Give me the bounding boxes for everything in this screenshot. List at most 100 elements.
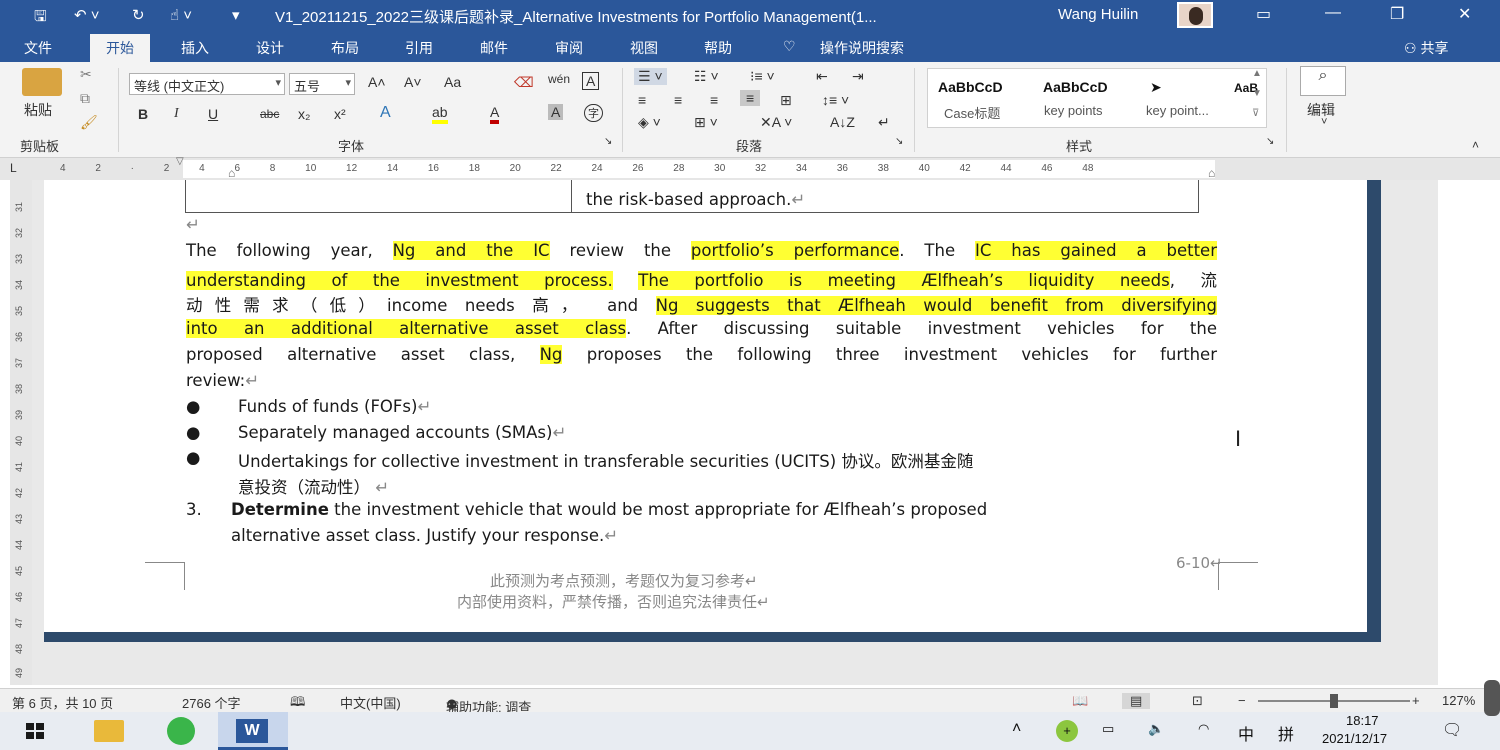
change-case-icon[interactable]: Aa <box>444 74 461 90</box>
list-item[interactable]: ● Separately managed accounts (SMAs)↵ <box>186 423 566 442</box>
multilevel-list-icon[interactable]: ⁝≡ ˅ <box>750 68 775 85</box>
horizontal-ruler[interactable]: L 4 2 · 2 4 6 8 10 12 14 16 18 20 22 24 … <box>0 156 1500 180</box>
style-preview[interactable]: ➤ <box>1150 79 1162 96</box>
gallery-down-icon[interactable]: ▼ <box>1252 88 1262 99</box>
scrollbar-thumb[interactable] <box>1484 680 1500 716</box>
copy-icon[interactable]: ⧉ <box>80 90 90 107</box>
print-layout-icon[interactable]: ▤ <box>1122 693 1151 709</box>
decrease-indent-icon[interactable]: ⇤ <box>816 68 828 85</box>
windows-start-icon[interactable] <box>26 723 46 741</box>
ime-mode[interactable]: 中 <box>1238 721 1254 745</box>
file-explorer-icon[interactable] <box>94 720 124 742</box>
borders-icon[interactable]: ⊞ ˅ <box>694 114 718 131</box>
paste-button[interactable]: 粘贴 <box>24 100 52 120</box>
align-left-icon[interactable]: ≡ <box>638 92 646 108</box>
word-taskbar-button[interactable]: W <box>218 712 288 750</box>
avatar[interactable] <box>1177 2 1213 28</box>
wifi-icon[interactable]: ◠ <box>1198 721 1209 737</box>
restore-icon[interactable]: ❐ <box>1390 4 1404 24</box>
language[interactable]: 中文(中国) <box>340 693 401 712</box>
ime-pinyin[interactable]: 拼 <box>1278 721 1294 745</box>
question-text[interactable]: alternative asset class. Justify your re… <box>231 526 618 545</box>
tab-insert[interactable]: 插入 <box>181 38 209 58</box>
zoom-in-icon[interactable]: + <box>1412 693 1420 708</box>
show-hidden-icons-icon[interactable]: ˄ <box>1012 720 1021 738</box>
minimize-icon[interactable]: — <box>1325 4 1341 22</box>
browser-icon[interactable] <box>167 717 195 745</box>
list-item[interactable]: ● Funds of funds (FOFs)↵ <box>186 397 431 416</box>
collapse-ribbon-icon[interactable]: ˄ <box>1472 138 1479 152</box>
notifications-icon[interactable]: 🗨 <box>1442 720 1462 740</box>
user-name[interactable]: Wang Huilin <box>1058 6 1138 23</box>
save-icon[interactable]: 🖫 <box>34 6 47 31</box>
tab-references[interactable]: 引用 <box>405 38 433 58</box>
tell-me-search[interactable]: 操作说明搜索 <box>820 38 904 58</box>
tab-design[interactable]: 设计 <box>256 38 284 58</box>
tab-selector-icon[interactable]: L <box>10 161 17 175</box>
clipboard-icon[interactable] <box>22 68 62 96</box>
font-name-combo[interactable]: 等线 (中文正文) <box>129 73 285 95</box>
zoom-slider-thumb[interactable] <box>1330 694 1338 708</box>
paragraph-dialog-launcher-icon[interactable]: ↘ <box>895 136 903 147</box>
bullet-continuation[interactable]: 意投资（流动性） ↵ <box>238 474 389 498</box>
align-right-icon[interactable]: ≡ <box>710 92 718 108</box>
style-preview[interactable]: AaBbCcD <box>1043 79 1108 95</box>
strikethrough-button[interactable]: abc <box>260 107 279 121</box>
sort-icon[interactable]: A↓Z <box>830 114 855 130</box>
distributed-icon[interactable]: ⊞ <box>780 92 792 109</box>
redo-icon[interactable]: ↻ <box>132 6 145 24</box>
question-text[interactable]: Determine the investment vehicle that wo… <box>231 500 987 519</box>
find-icon[interactable]: ⌕ <box>1300 66 1346 96</box>
right-indent-icon[interactable]: ⌂ <box>1208 166 1215 180</box>
underline-button[interactable]: U <box>208 106 218 122</box>
superscript-button[interactable]: x² <box>334 106 346 122</box>
enclose-character-icon[interactable]: 字 <box>584 104 603 122</box>
highlight-color-icon[interactable]: ab <box>432 104 448 124</box>
style-name[interactable]: Case标题 <box>944 103 1000 122</box>
battery-icon[interactable]: ▭ <box>1102 721 1114 737</box>
bullets-icon[interactable]: ☰ ˅ <box>634 68 667 85</box>
font-dialog-launcher-icon[interactable]: ↘ <box>604 136 612 147</box>
text-effects-icon[interactable]: A <box>380 104 391 122</box>
close-icon[interactable]: ✕ <box>1458 4 1471 24</box>
cut-icon[interactable]: ✂ <box>80 66 92 83</box>
first-line-indent-icon[interactable]: ▽ <box>176 156 184 167</box>
style-name[interactable]: key points <box>1044 103 1103 118</box>
tab-mailings[interactable]: 邮件 <box>480 38 508 58</box>
shrink-font-icon[interactable]: A˅ <box>404 74 422 90</box>
share-button[interactable]: ⚇ 共享 <box>1404 38 1448 58</box>
touch-mode-icon[interactable]: ☝ ˅ <box>170 6 192 24</box>
chinese-layout-icon[interactable]: ✕A ˅ <box>760 114 792 131</box>
tab-home[interactable]: 开始 <box>90 34 150 62</box>
zoom-out-icon[interactable]: − <box>1238 693 1246 708</box>
character-shading-icon[interactable]: A <box>548 104 564 120</box>
font-size-combo[interactable]: 五号 <box>289 73 355 95</box>
numbering-icon[interactable]: ☷ ˅ <box>694 68 719 85</box>
word-count[interactable]: 2766 个字 <box>182 693 241 712</box>
undo-icon[interactable]: ↶ ˅ <box>74 6 100 24</box>
show-marks-icon[interactable]: ↵ <box>878 114 890 131</box>
line-spacing-icon[interactable]: ↕≡ ˅ <box>822 92 849 108</box>
ribbon-display-options-icon[interactable]: ▭ <box>1256 4 1271 24</box>
style-name[interactable]: key point... <box>1146 103 1209 118</box>
align-center-icon[interactable]: ≡ <box>674 92 682 108</box>
zoom-level[interactable]: 127% <box>1442 693 1475 708</box>
font-color-icon[interactable]: A <box>490 104 500 124</box>
hanging-indent-icon[interactable]: ⌂ <box>228 166 235 180</box>
tab-review[interactable]: 审阅 <box>555 38 583 58</box>
list-item[interactable]: ● Undertakings for collective investment … <box>186 448 973 471</box>
format-painter-icon[interactable]: 🖌 <box>80 114 98 131</box>
character-border-icon[interactable]: A <box>582 72 600 90</box>
customize-toolbar-icon[interactable]: ▾ <box>232 6 240 24</box>
vertical-ruler[interactable]: 31 32 33 34 35 36 37 38 39 40 41 42 43 4… <box>10 180 32 685</box>
clock-time[interactable]: 18:17 <box>1346 713 1379 728</box>
italic-button[interactable]: I <box>174 106 179 122</box>
clear-format-icon[interactable]: ⌫ <box>514 74 534 91</box>
style-preview[interactable]: AaBbCcD <box>938 79 1003 95</box>
subscript-button[interactable]: x₂ <box>298 106 310 122</box>
chevron-down-icon[interactable]: ˅ <box>1321 116 1327 128</box>
tab-file[interactable]: 文件 <box>24 38 52 58</box>
tab-help[interactable]: 帮助 <box>704 38 732 58</box>
page-count[interactable]: 第 6 页，共 10 页 <box>12 693 113 712</box>
increase-indent-icon[interactable]: ⇥ <box>852 68 864 85</box>
